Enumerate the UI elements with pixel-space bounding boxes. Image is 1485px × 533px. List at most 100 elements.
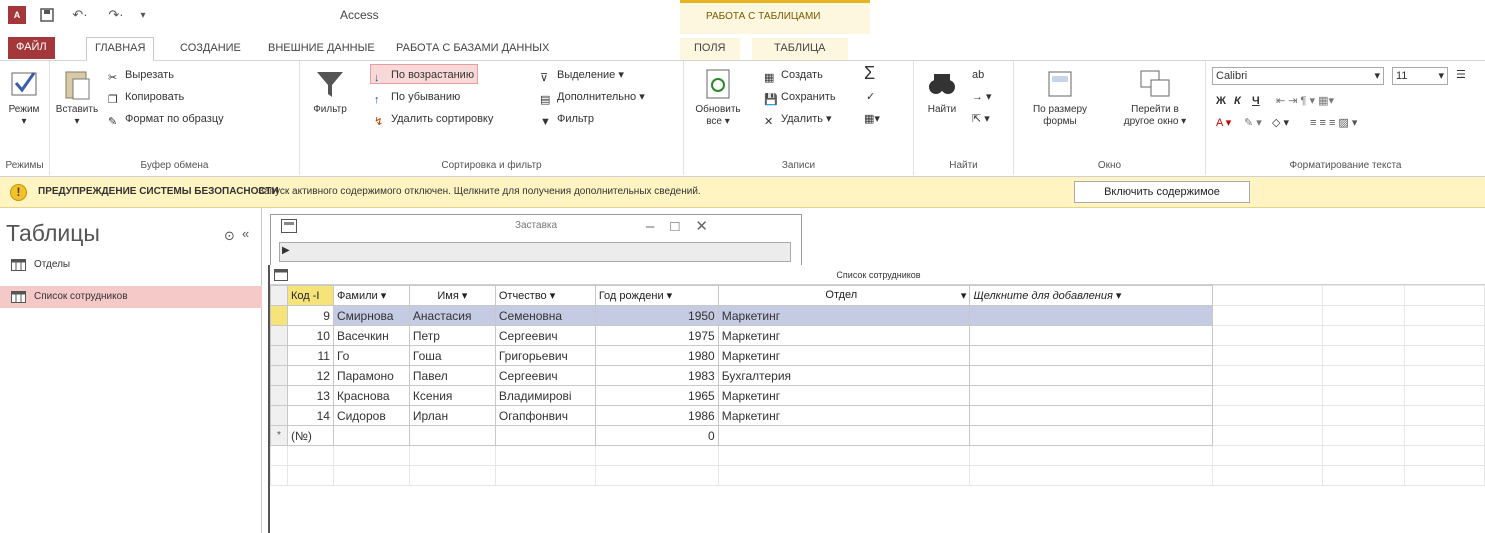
spelling-icon[interactable]: ✓ bbox=[866, 87, 875, 107]
more-icon[interactable]: ▦▾ bbox=[864, 109, 880, 129]
table-row[interactable]: 9 Смирнова Анастасия Семеновна 1950 Марк… bbox=[270, 305, 1485, 326]
cell-middle-name[interactable]: Огапфонвич bbox=[494, 405, 596, 426]
font-color-icon[interactable]: A ▾ bbox=[1216, 113, 1231, 133]
enable-content-button[interactable]: Включить содержимое bbox=[1074, 181, 1250, 203]
window-controls[interactable]: –□✕ bbox=[646, 217, 724, 235]
cell-first-name[interactable]: Ирлан bbox=[408, 405, 496, 426]
redo-icon[interactable]: ↷· bbox=[102, 6, 130, 24]
refresh-all-button[interactable]: Обновить все ▾ bbox=[692, 67, 744, 128]
cell-id[interactable]: 11 bbox=[286, 345, 334, 366]
cell-department[interactable]: Бухгалтерия bbox=[717, 365, 971, 386]
row-selector[interactable] bbox=[270, 345, 288, 366]
font-select[interactable]: Calibri ▾ bbox=[1212, 67, 1384, 85]
cell-first-name[interactable] bbox=[408, 425, 496, 446]
cell-department[interactable] bbox=[717, 425, 971, 446]
cell-middle-name[interactable]: Сергеевич bbox=[494, 365, 596, 386]
toggle-filter-button[interactable]: ▼ Фильтр bbox=[540, 109, 594, 129]
cell-birth-year[interactable]: 1975 bbox=[594, 325, 719, 346]
bold-button[interactable]: Ж bbox=[1216, 91, 1226, 111]
cell-id[interactable]: 13 bbox=[286, 385, 334, 406]
tab-home[interactable]: ГЛАВНАЯ bbox=[86, 37, 155, 61]
save-icon[interactable] bbox=[38, 6, 56, 24]
cell-middle-name[interactable]: Сергеевич bbox=[494, 325, 596, 346]
cell-department[interactable]: Маркетинг bbox=[717, 305, 971, 326]
column-header-id[interactable]: Код -I bbox=[286, 285, 334, 306]
splash-record-selector[interactable]: ▶ bbox=[279, 242, 791, 262]
cell-add-field[interactable] bbox=[969, 385, 1214, 406]
cell-add-field[interactable] bbox=[969, 425, 1214, 446]
cell-middle-name[interactable]: Григорьевич bbox=[494, 345, 596, 366]
tab-create[interactable]: СОЗДАНИЕ bbox=[172, 38, 249, 60]
cell-birth-year[interactable]: 0 bbox=[594, 425, 719, 446]
cell-first-name[interactable]: Гоша bbox=[408, 345, 496, 366]
cell-add-field[interactable] bbox=[969, 405, 1214, 426]
column-header-middle-name[interactable]: Отчество ▾ bbox=[494, 285, 596, 306]
cell-birth-year[interactable]: 1965 bbox=[594, 385, 719, 406]
filter-button[interactable]: Фильтр bbox=[308, 67, 352, 116]
column-header-birth-year[interactable]: Год рождени ▾ bbox=[594, 285, 719, 306]
security-warning-message[interactable]: Запуск активного содержимого отключен. Щ… bbox=[258, 186, 701, 197]
cell-first-name[interactable]: Павел bbox=[408, 365, 496, 386]
cell-last-name[interactable]: Васечкин bbox=[332, 325, 410, 346]
align-icons[interactable]: ≡ ≡ ≡ ▨ ▾ bbox=[1310, 113, 1357, 133]
cell-last-name[interactable]: Смирнова bbox=[332, 305, 410, 326]
delete-record-button[interactable]: ✕ Удалить ▾ bbox=[764, 109, 832, 129]
row-selector[interactable] bbox=[270, 405, 288, 426]
row-selector[interactable] bbox=[270, 385, 288, 406]
font-size-select[interactable]: 11 ▾ bbox=[1392, 67, 1448, 85]
select-all-cell[interactable] bbox=[270, 285, 288, 306]
cell-middle-name[interactable]: Семеновна bbox=[494, 305, 596, 326]
remove-sort-button[interactable]: ↯ Удалить сортировку bbox=[374, 109, 493, 129]
advanced-button[interactable]: ▤ Дополнительно ▾ bbox=[540, 87, 645, 107]
nav-item-otdely[interactable]: Отделы bbox=[0, 254, 262, 276]
row-selector[interactable] bbox=[270, 305, 288, 326]
tab-table[interactable]: ТАБЛИЦА bbox=[752, 38, 848, 60]
cell-first-name[interactable]: Анастасия bbox=[408, 305, 496, 326]
splash-form-window[interactable]: Заставка –□✕ ▶ bbox=[270, 214, 802, 272]
save-record-button[interactable]: 💾 Сохранить bbox=[764, 87, 836, 107]
table-row[interactable]: 13 Краснова Ксения Владимирові 1965 Марк… bbox=[270, 385, 1485, 406]
cell-id[interactable]: 9 bbox=[286, 305, 334, 326]
table-row[interactable]: 14 Сидоров Ирлан Огапфонвич 1986 Маркети… bbox=[270, 405, 1485, 426]
column-header-first-name[interactable]: Имя ▾ bbox=[408, 285, 496, 306]
cell-add-field[interactable] bbox=[969, 365, 1214, 386]
tab-fields[interactable]: ПОЛЯ bbox=[680, 38, 740, 60]
table-row[interactable]: 12 Парамоно Павел Сергеевич 1983 Бухгалт… bbox=[270, 365, 1485, 386]
format-painter-button[interactable]: ✎ Формат по образцу bbox=[108, 109, 224, 129]
view-mode-button[interactable]: Режим ▾ bbox=[2, 67, 46, 128]
tab-database-tools[interactable]: РАБОТА С БАЗАМИ ДАННЫХ bbox=[388, 38, 557, 60]
cell-birth-year[interactable]: 1986 bbox=[594, 405, 719, 426]
find-button[interactable]: Найти bbox=[922, 67, 962, 116]
cell-birth-year[interactable]: 1983 bbox=[594, 365, 719, 386]
new-record-button[interactable]: ▦ Создать bbox=[764, 65, 823, 85]
cell-last-name[interactable]: Сидоров bbox=[332, 405, 410, 426]
sort-ascending-button[interactable]: ↓ По возрастанию bbox=[370, 64, 479, 84]
nav-item-spisok-sotrudnikov[interactable]: Список сотрудников bbox=[0, 286, 262, 308]
highlight-icon[interactable]: ✎ ▾ bbox=[1244, 113, 1262, 133]
switch-windows-button[interactable]: Перейти в другое окно ▾ bbox=[1108, 67, 1202, 128]
column-header-last-name[interactable]: Фамили ▾ bbox=[332, 285, 410, 306]
cell-middle-name[interactable] bbox=[494, 425, 596, 446]
totals-icon[interactable]: Σ bbox=[864, 63, 875, 83]
cell-last-name[interactable]: Го bbox=[332, 345, 410, 366]
underline-button[interactable]: Ч bbox=[1252, 91, 1260, 111]
customize-toolbar-icon[interactable]: ▾ bbox=[136, 6, 150, 24]
indent-icons[interactable]: ⇤ ⇥ ¶ ▾ ▦▾ bbox=[1276, 91, 1334, 111]
cell-last-name[interactable] bbox=[332, 425, 410, 446]
cell-birth-year[interactable]: 1980 bbox=[594, 345, 719, 366]
tab-external-data[interactable]: ВНЕШНИЕ ДАННЫЕ bbox=[260, 38, 383, 60]
tab-file[interactable]: ФАЙЛ bbox=[8, 37, 55, 59]
cell-department[interactable]: Маркетинг bbox=[717, 385, 971, 406]
nav-menu-icon[interactable]: ⊙ bbox=[224, 228, 235, 244]
cell-first-name[interactable]: Петр bbox=[408, 325, 496, 346]
column-header-department[interactable]: Отдел ▾ bbox=[717, 285, 971, 306]
copy-button[interactable]: ❐ Копировать bbox=[108, 87, 184, 107]
cell-last-name[interactable]: Краснова bbox=[332, 385, 410, 406]
cell-birth-year[interactable]: 1950 bbox=[594, 305, 719, 326]
new-record-row[interactable]: * (№) 0 bbox=[270, 425, 1485, 446]
row-selector[interactable] bbox=[270, 365, 288, 386]
new-row-marker[interactable]: * bbox=[270, 425, 288, 446]
cell-add-field[interactable] bbox=[969, 305, 1214, 326]
select-icon[interactable]: ⇱ ▾ bbox=[972, 109, 990, 129]
cell-department[interactable]: Маркетинг bbox=[717, 345, 971, 366]
